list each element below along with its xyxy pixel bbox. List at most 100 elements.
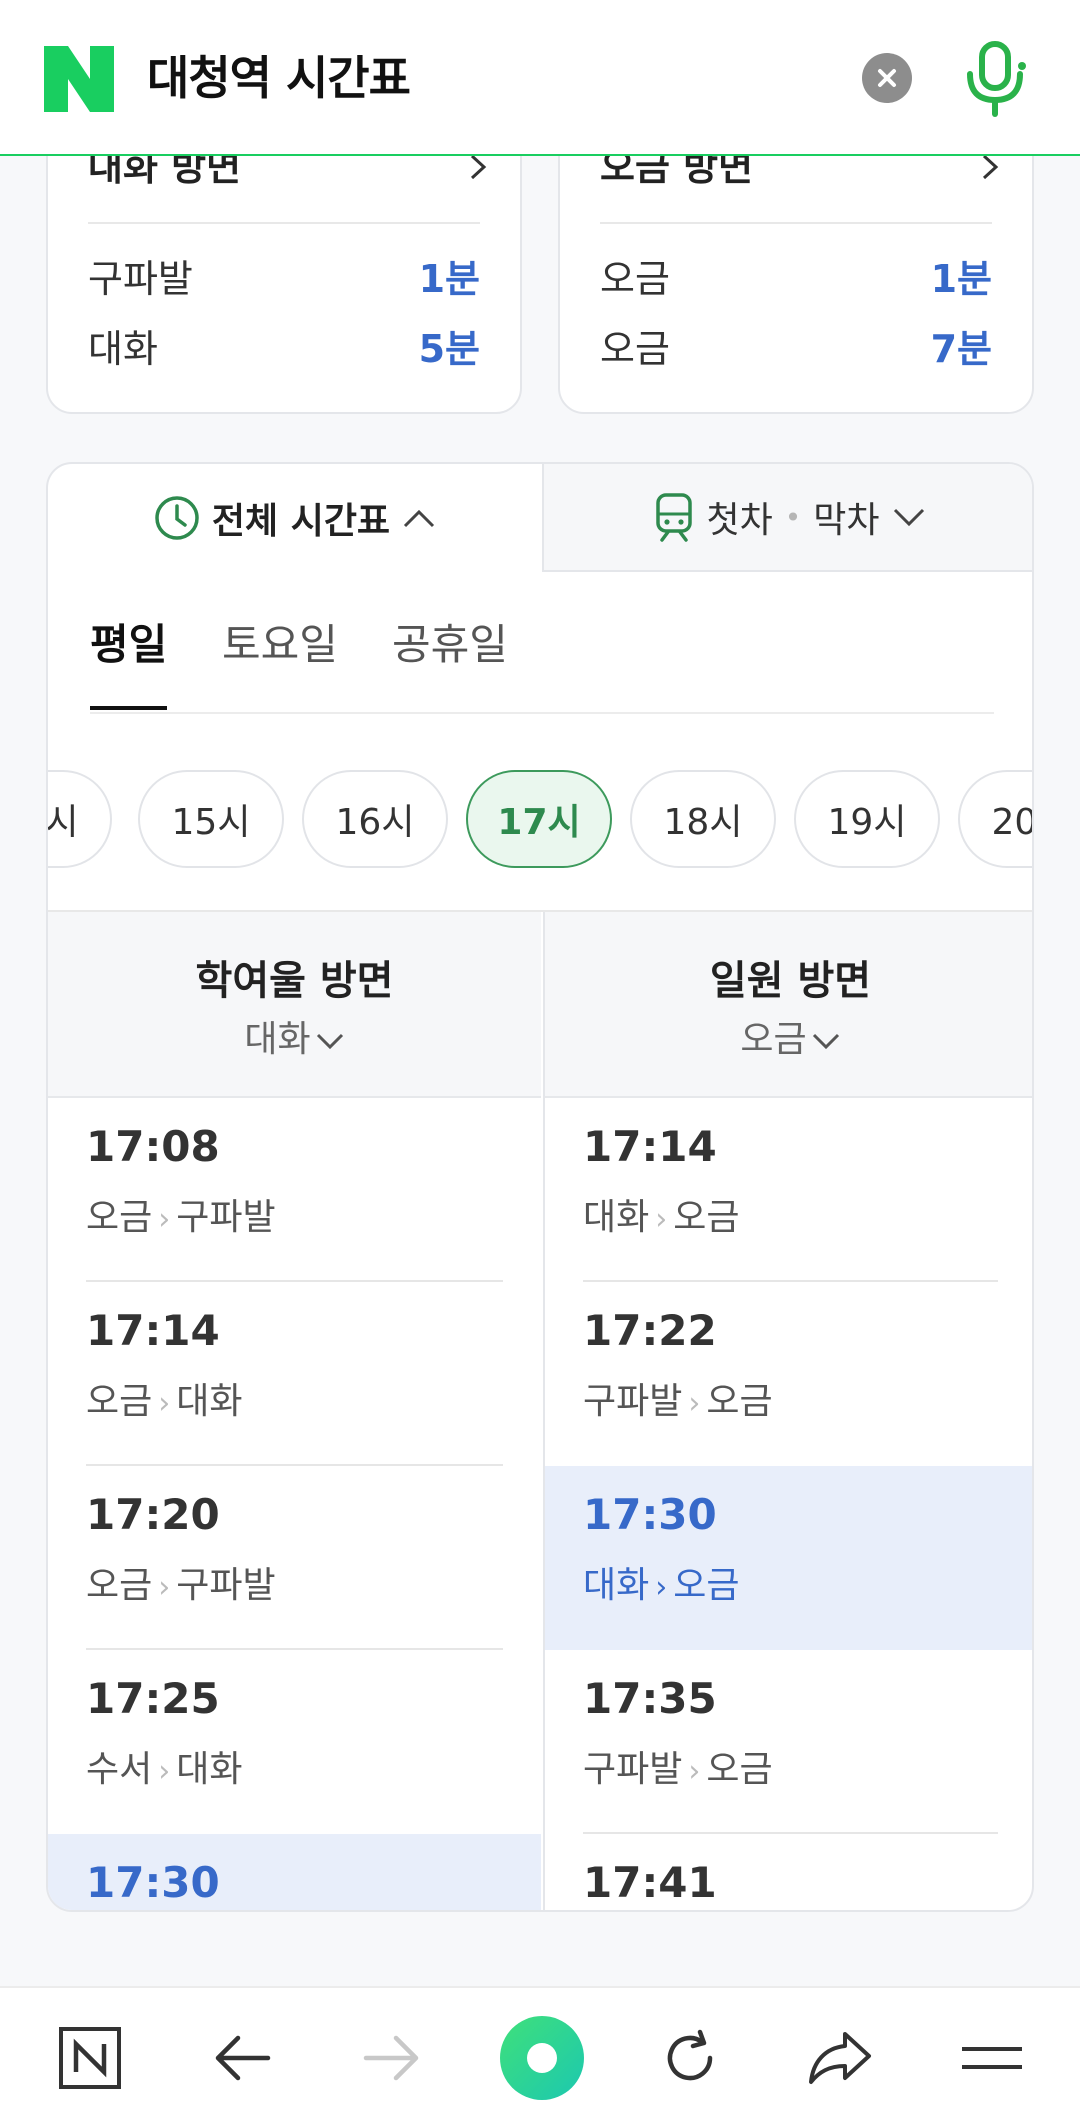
train-time: 17:30 xyxy=(583,1490,717,1539)
share-button[interactable] xyxy=(792,2010,888,2106)
train-row: 17:14 오금 › 대화 xyxy=(48,1282,541,1466)
direction-header: 학여울 방면 대화 xyxy=(48,912,541,1098)
train-route: 대화 › 오금 xyxy=(583,1565,740,1606)
train-time: 17:20 xyxy=(86,1490,220,1539)
train-row: 17:35 구파발 › 오금 xyxy=(545,1650,1032,1834)
browser-toolbar xyxy=(0,1986,1080,2128)
naver-home-button[interactable] xyxy=(42,2010,138,2106)
train-icon xyxy=(656,493,693,542)
destination-filter-label: 오금 xyxy=(740,1019,807,1060)
hour-selector[interactable]: 14시 15시 16시 17시 18시 19시 20시 xyxy=(48,768,1032,870)
chevron-down-icon xyxy=(893,508,924,527)
arrival-eta: 1분 xyxy=(418,257,480,301)
naver-home-icon xyxy=(59,2027,121,2089)
back-button[interactable] xyxy=(194,2010,290,2106)
arrival-destination: 대화 xyxy=(88,327,158,371)
green-dot-button[interactable] xyxy=(494,2010,590,2106)
arrival-destination: 오금 xyxy=(600,257,670,301)
tab-holiday[interactable]: 공휴일 xyxy=(392,614,508,710)
chevron-down-icon xyxy=(812,1033,839,1050)
green-dot-icon xyxy=(500,2016,584,2100)
direction-column-hagyeoul: 학여울 방면 대화 17:08 오금 › 구파발 17:14 오금 › 대화 17:20… xyxy=(48,912,541,1910)
arrival-destination: 구파발 xyxy=(88,257,193,301)
train-time: 17:14 xyxy=(583,1122,717,1171)
direction-column-irwon: 일원 방면 오금 17:14 대화 › 오금 17:22 구파발 › 오금 17:30 … xyxy=(543,912,1032,1910)
direction-name: 학여울 방면 xyxy=(195,958,394,1004)
direction-name: 일원 방면 xyxy=(709,958,872,1004)
train-time: 17:22 xyxy=(583,1306,717,1355)
train-time: 17:41 xyxy=(583,1858,717,1907)
arrival-row: 오금 7분 xyxy=(600,324,992,374)
train-route: 오금 › 구파발 xyxy=(86,1565,276,1606)
tab-full-timetable[interactable]: 전체 시간표 xyxy=(48,464,542,572)
train-row: 17:20 오금 › 구파발 xyxy=(48,1466,541,1650)
search-query[interactable]: 대청역 시간표 xyxy=(147,48,411,108)
train-route: 구파발 › 오금 xyxy=(583,1381,773,1422)
hour-chip[interactable]: 20시 xyxy=(958,770,1032,868)
last-train-label: 막차 xyxy=(813,500,880,541)
close-icon xyxy=(878,69,896,87)
arrival-eta: 5분 xyxy=(418,327,480,371)
arrival-row: 대화 5분 xyxy=(88,324,480,374)
arrival-eta: 7분 xyxy=(930,327,992,371)
hour-chip[interactable]: 14시 xyxy=(48,770,112,868)
train-time: 17:08 xyxy=(86,1122,220,1171)
train-row-next: 17:30 xyxy=(48,1834,541,1910)
menu-button[interactable] xyxy=(944,2010,1040,2106)
timetable-panel: 전체 시간표 첫차 • 막차 평일 토요일 공휴일 14시 xyxy=(46,462,1034,1912)
separator-dot: • xyxy=(784,500,802,534)
destination-filter[interactable]: 대화 xyxy=(48,1010,541,1062)
arrival-destination: 오금 xyxy=(600,327,670,371)
chevron-right-icon xyxy=(982,154,999,180)
train-row: 17:22 구파발 › 오금 xyxy=(545,1282,1032,1466)
first-train-label: 첫차 xyxy=(706,500,773,541)
hour-chip[interactable]: 18시 xyxy=(630,770,776,868)
tab-full-label: 전체 시간표 xyxy=(211,501,391,542)
chevron-down-icon xyxy=(316,1033,343,1050)
reload-icon xyxy=(667,2029,713,2081)
divider xyxy=(88,222,480,224)
train-row: 17:14 대화 › 오금 xyxy=(545,1098,1032,1282)
train-row: 17:25 수서 › 대화 xyxy=(48,1650,541,1834)
train-route: 대화 › 오금 xyxy=(583,1197,740,1238)
destination-filter[interactable]: 오금 xyxy=(545,1010,1032,1062)
chevron-right-icon xyxy=(470,154,487,180)
divider xyxy=(600,222,992,224)
train-route: 오금 › 구파발 xyxy=(86,1197,276,1238)
forward-button[interactable] xyxy=(344,2010,440,2106)
arrival-row: 오금 1분 xyxy=(600,254,992,304)
clock-icon xyxy=(155,496,199,540)
tab-saturday[interactable]: 토요일 xyxy=(222,614,338,710)
search-header: 대청역 시간표 xyxy=(0,0,1080,156)
train-time: 17:14 xyxy=(86,1306,220,1355)
hour-chip[interactable]: 19시 xyxy=(794,770,940,868)
back-arrow-icon xyxy=(215,2035,271,2081)
hour-chip[interactable]: 16시 xyxy=(302,770,448,868)
forward-arrow-icon xyxy=(363,2035,419,2081)
train-time: 17:30 xyxy=(86,1858,220,1907)
direction-header: 일원 방면 오금 xyxy=(545,912,1032,1098)
arrival-eta: 1분 xyxy=(930,257,992,301)
train-route: 오금 › 대화 xyxy=(86,1381,243,1422)
tab-weekday[interactable]: 평일 xyxy=(90,614,168,710)
train-row-next: 17:30 대화 › 오금 xyxy=(545,1466,1032,1650)
menu-icon xyxy=(962,2047,1022,2069)
day-tabs: 평일 토요일 공휴일 xyxy=(90,614,994,714)
train-route: 구파발 › 오금 xyxy=(583,1749,773,1790)
destination-filter-label: 대화 xyxy=(244,1019,311,1060)
reload-button[interactable] xyxy=(642,2010,738,2106)
tab-first-last-train[interactable]: 첫차 • 막차 xyxy=(542,464,1032,572)
train-row: 17:41 xyxy=(545,1834,1032,1910)
train-row: 17:08 오금 › 구파발 xyxy=(48,1098,541,1282)
clear-search-button[interactable] xyxy=(862,53,912,103)
microphone-icon[interactable] xyxy=(964,40,1026,118)
naver-logo[interactable] xyxy=(44,46,114,112)
train-time: 17:35 xyxy=(583,1674,717,1723)
hour-chip[interactable]: 15시 xyxy=(138,770,284,868)
hour-chip-selected[interactable]: 17시 xyxy=(466,770,612,868)
mode-tabs: 전체 시간표 첫차 • 막차 xyxy=(48,464,1032,572)
train-route: 수서 › 대화 xyxy=(86,1749,243,1790)
train-time: 17:25 xyxy=(86,1674,220,1723)
arrival-row: 구파발 1분 xyxy=(88,254,480,304)
share-icon xyxy=(809,2032,871,2084)
